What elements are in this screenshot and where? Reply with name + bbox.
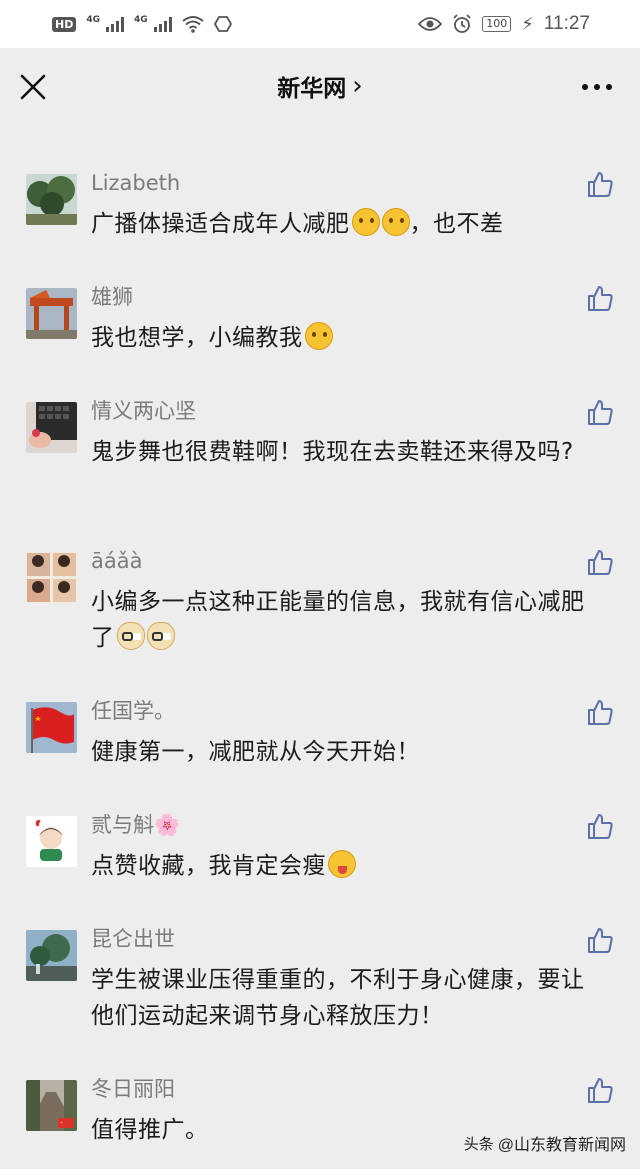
comment-text-body: 点赞收藏，我肯定会瘦 bbox=[91, 853, 326, 879]
network-label-1: 4G bbox=[86, 15, 100, 25]
avatar[interactable] bbox=[26, 930, 77, 981]
comment-text-tail: ，也不差 bbox=[409, 211, 504, 237]
avatar[interactable] bbox=[26, 552, 77, 603]
comment-text: 鬼步舞也很费鞋啊！我现在去卖鞋还来得及吗? bbox=[91, 439, 574, 465]
nav-bar: 新华网 › bbox=[0, 48, 640, 124]
battery-icon: 100 bbox=[482, 16, 512, 32]
comment-author: 情义两心坚 bbox=[91, 399, 196, 423]
thumbs-up-icon[interactable] bbox=[586, 812, 614, 840]
comment-author: 昆仑出世 bbox=[91, 927, 175, 951]
chevron-right-icon: › bbox=[352, 71, 363, 101]
thumbs-up-icon[interactable] bbox=[586, 398, 614, 426]
thumbs-up-icon[interactable] bbox=[586, 548, 614, 576]
avatar[interactable] bbox=[26, 1080, 77, 1131]
hd-icon: HD bbox=[52, 16, 77, 32]
avatar[interactable] bbox=[26, 816, 77, 867]
avatar[interactable] bbox=[26, 288, 77, 339]
thinking-emoji-icon bbox=[381, 208, 410, 236]
thinking-emoji-icon bbox=[351, 208, 380, 236]
comment-author: 任国学。 bbox=[91, 699, 175, 723]
doge-emoji-icon bbox=[146, 622, 175, 650]
thumbs-up-icon[interactable] bbox=[586, 170, 614, 198]
alarm-icon bbox=[453, 14, 471, 33]
signal-icon-2 bbox=[153, 16, 172, 32]
notification-icon bbox=[213, 16, 232, 32]
thumbs-up-icon[interactable] bbox=[586, 926, 614, 954]
thumbs-up-icon[interactable] bbox=[586, 284, 614, 312]
page-title[interactable]: 新华网 › bbox=[277, 69, 362, 103]
status-right: 100 ⚡ 11:27 bbox=[418, 13, 590, 35]
watermark: 头条 @山东教育新闻网 bbox=[464, 1131, 626, 1155]
avatar[interactable] bbox=[26, 402, 77, 453]
comment-text-body: 我也想学，小编教我 bbox=[91, 325, 303, 351]
charging-icon: ⚡ bbox=[521, 13, 534, 35]
wifi-icon bbox=[182, 16, 204, 33]
comment-text: 健康第一，减肥就从今天开始！ bbox=[91, 739, 420, 765]
status-bar: HD 4G 4G 100 ⚡ 11:27 bbox=[0, 0, 640, 48]
comment-author: 雄狮 bbox=[91, 285, 133, 309]
comment-author: Lizabeth bbox=[91, 171, 181, 195]
network-label-2: 4G bbox=[134, 15, 148, 25]
avatar[interactable] bbox=[26, 174, 77, 225]
status-left: HD 4G 4G bbox=[52, 15, 232, 33]
doge-emoji-icon bbox=[116, 622, 145, 650]
page-title-text: 新华网 bbox=[277, 76, 347, 102]
thumbs-up-icon[interactable] bbox=[586, 698, 614, 726]
avatar[interactable] bbox=[26, 702, 77, 753]
comment-text: 小编多一点这种正能量的信息，我就有信心减肥了 bbox=[91, 584, 601, 656]
close-icon[interactable] bbox=[20, 74, 46, 100]
watermark-source: 头条 bbox=[463, 1135, 494, 1153]
comment-text-body: 广播体操适合成年人减肥 bbox=[91, 211, 350, 237]
signal-icon bbox=[106, 16, 124, 32]
wink-tongue-emoji-icon bbox=[328, 850, 356, 878]
comment-text: 学生被课业压得重重的，不利于身心健康，要让他们运动起来调节身心释放压力！ bbox=[91, 967, 585, 1029]
comment-text: 广播体操适合成年人减肥 ，也不差 bbox=[91, 206, 601, 242]
eye-icon bbox=[418, 17, 443, 31]
thinking-emoji-icon bbox=[304, 322, 333, 350]
thumbs-up-icon[interactable] bbox=[586, 1076, 614, 1104]
clock: 11:27 bbox=[543, 13, 590, 34]
comment-text: 我也想学，小编教我 bbox=[91, 320, 601, 356]
watermark-account: @山东教育新闻网 bbox=[497, 1137, 626, 1154]
comment-author: 贰与斛🌸 bbox=[91, 813, 181, 837]
comment-author: 冬日丽阳 bbox=[91, 1077, 175, 1101]
comment-author: āáǎà bbox=[91, 549, 143, 573]
more-icon[interactable] bbox=[582, 84, 612, 90]
comment-text: 点赞收藏，我肯定会瘦 bbox=[91, 848, 601, 884]
